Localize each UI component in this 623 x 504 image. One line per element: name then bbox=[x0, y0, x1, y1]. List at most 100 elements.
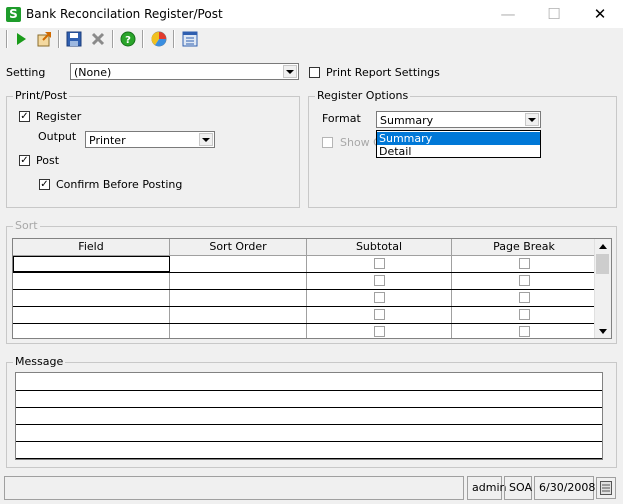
sort-order-cell[interactable] bbox=[170, 307, 307, 323]
sort-order-cell[interactable] bbox=[170, 256, 307, 272]
print-post-title: Print/Post bbox=[13, 89, 70, 102]
toolbar-separator bbox=[112, 30, 114, 48]
show-label: Show C bbox=[340, 136, 381, 149]
page-break-checkbox[interactable] bbox=[519, 292, 530, 303]
field-cell[interactable] bbox=[13, 290, 170, 306]
table-row bbox=[13, 290, 597, 307]
status-message-panel bbox=[4, 476, 464, 500]
status-calc-button[interactable] bbox=[596, 477, 616, 499]
register-label: Register bbox=[36, 110, 82, 123]
subtotal-checkbox[interactable] bbox=[374, 292, 385, 303]
field-cell[interactable] bbox=[13, 324, 170, 338]
subtotal-cell[interactable] bbox=[307, 273, 452, 289]
page-break-cell[interactable] bbox=[452, 324, 597, 338]
scroll-up-icon[interactable] bbox=[595, 239, 611, 253]
column-header-page-break[interactable]: Page Break bbox=[452, 239, 597, 255]
post-checkbox[interactable]: ✓ bbox=[19, 155, 30, 166]
field-cell[interactable] bbox=[13, 307, 170, 323]
subtotal-cell[interactable] bbox=[307, 307, 452, 323]
column-header-sort-order[interactable]: Sort Order bbox=[170, 239, 307, 255]
chart-icon bbox=[151, 31, 167, 47]
app-icon: S bbox=[6, 7, 21, 22]
settings-button[interactable] bbox=[180, 29, 200, 49]
page-break-cell[interactable] bbox=[452, 273, 597, 289]
help-button[interactable]: ? bbox=[118, 29, 138, 49]
print-report-settings-checkbox[interactable] bbox=[309, 67, 320, 78]
sort-grid: Field Sort Order Subtotal Page Break bbox=[12, 238, 612, 339]
post-label: Post bbox=[36, 154, 60, 167]
toolbar-separator bbox=[173, 30, 175, 48]
subtotal-cell[interactable] bbox=[307, 324, 452, 338]
delete-button[interactable] bbox=[88, 29, 108, 49]
page-break-checkbox[interactable] bbox=[519, 275, 530, 286]
save-button[interactable] bbox=[64, 29, 84, 49]
chart-button[interactable] bbox=[149, 29, 169, 49]
settings-icon bbox=[182, 31, 198, 47]
subtotal-checkbox[interactable] bbox=[374, 309, 385, 320]
scroll-down-icon[interactable] bbox=[595, 324, 611, 338]
format-value: Summary bbox=[380, 114, 434, 127]
table-row bbox=[13, 324, 597, 338]
run-button[interactable] bbox=[11, 29, 31, 49]
maximize-button[interactable]: ☐ bbox=[531, 0, 577, 28]
format-dropdown-list: Summary Detail bbox=[376, 130, 541, 158]
confirm-before-posting-label: Confirm Before Posting bbox=[56, 178, 183, 191]
message-box[interactable] bbox=[15, 372, 603, 460]
column-header-subtotal[interactable]: Subtotal bbox=[307, 239, 452, 255]
table-row bbox=[13, 307, 597, 324]
status-company: SOA bbox=[504, 476, 532, 500]
sort-order-cell[interactable] bbox=[170, 290, 307, 306]
confirm-before-posting-checkbox[interactable]: ✓ bbox=[39, 179, 50, 190]
page-break-cell[interactable] bbox=[452, 256, 597, 272]
format-select[interactable]: Summary bbox=[376, 111, 541, 128]
save-icon bbox=[66, 31, 82, 47]
status-user: admin bbox=[467, 476, 506, 500]
table-row bbox=[13, 273, 597, 290]
sort-order-cell[interactable] bbox=[170, 324, 307, 338]
toolbar-separator bbox=[142, 30, 144, 48]
column-header-field[interactable]: Field bbox=[13, 239, 170, 255]
message-title: Message bbox=[13, 355, 66, 368]
format-option-summary[interactable]: Summary bbox=[377, 132, 540, 145]
grid-header: Field Sort Order Subtotal Page Break bbox=[13, 239, 597, 256]
sort-title: Sort bbox=[13, 219, 40, 232]
setting-label: Setting bbox=[6, 66, 46, 79]
help-icon: ? bbox=[120, 31, 136, 47]
subtotal-cell[interactable] bbox=[307, 290, 452, 306]
grid-scrollbar[interactable] bbox=[594, 239, 611, 338]
field-cell[interactable] bbox=[13, 273, 170, 289]
output-select[interactable]: Printer bbox=[85, 131, 215, 148]
status-date: 6/30/2008 bbox=[534, 476, 595, 500]
page-break-cell[interactable] bbox=[452, 307, 597, 323]
page-break-cell[interactable] bbox=[452, 290, 597, 306]
format-option-detail[interactable]: Detail bbox=[377, 145, 540, 158]
output-label: Output bbox=[38, 130, 77, 143]
close-button[interactable]: ✕ bbox=[577, 0, 623, 28]
register-checkbox[interactable]: ✓ bbox=[19, 111, 30, 122]
export-button[interactable] bbox=[34, 29, 54, 49]
chevron-down-icon[interactable] bbox=[283, 65, 297, 78]
delete-icon bbox=[91, 32, 105, 46]
page-break-checkbox[interactable] bbox=[519, 326, 530, 337]
subtotal-checkbox[interactable] bbox=[374, 326, 385, 337]
setting-value: (None) bbox=[74, 66, 112, 79]
scroll-thumb[interactable] bbox=[596, 254, 609, 274]
show-checkbox[interactable] bbox=[322, 137, 333, 148]
export-icon bbox=[37, 32, 51, 47]
setting-select[interactable]: (None) bbox=[70, 63, 299, 80]
table-row bbox=[13, 256, 597, 273]
chevron-down-icon[interactable] bbox=[525, 113, 539, 126]
page-break-checkbox[interactable] bbox=[519, 309, 530, 320]
toolbar-separator bbox=[58, 30, 60, 48]
subtotal-cell[interactable] bbox=[307, 256, 452, 272]
page-break-checkbox[interactable] bbox=[519, 258, 530, 269]
subtotal-checkbox[interactable] bbox=[374, 258, 385, 269]
svg-text:?: ? bbox=[125, 35, 131, 46]
field-cell[interactable] bbox=[13, 256, 170, 272]
subtotal-checkbox[interactable] bbox=[374, 275, 385, 286]
minimize-button[interactable]: — bbox=[485, 0, 531, 28]
sort-order-cell[interactable] bbox=[170, 273, 307, 289]
format-label: Format bbox=[322, 112, 361, 125]
print-report-settings-label: Print Report Settings bbox=[326, 66, 440, 79]
chevron-down-icon[interactable] bbox=[199, 133, 213, 146]
